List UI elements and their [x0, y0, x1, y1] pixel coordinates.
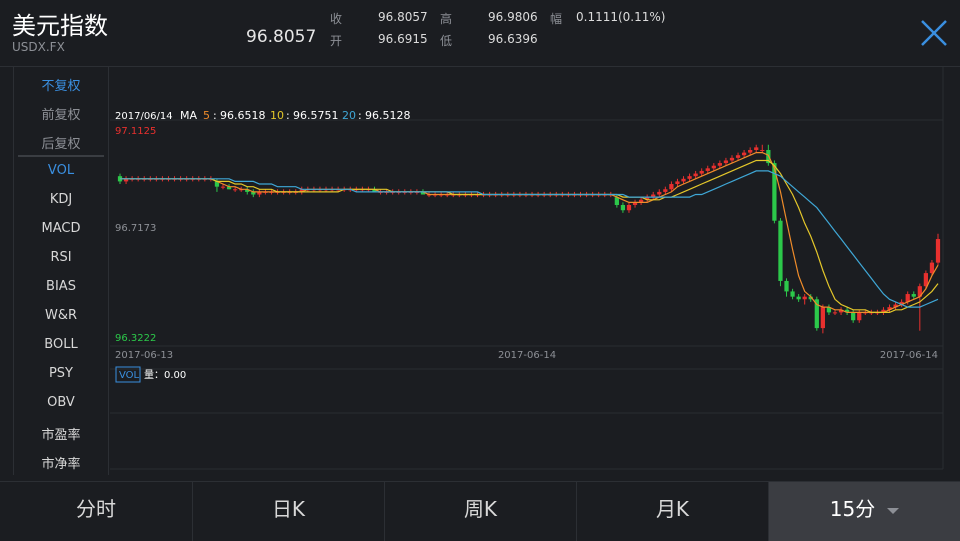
- candle-body: [233, 189, 238, 191]
- adjust-backward[interactable]: 后复权: [14, 133, 108, 152]
- ma-legend-label: MA: [180, 109, 197, 122]
- candle-body: [687, 176, 692, 179]
- period-tabs: 分时 日K 周K 月K 15分: [0, 481, 960, 541]
- candle-body: [735, 155, 741, 158]
- candle-body: [784, 280, 789, 292]
- vol-value: 量：0.00: [144, 369, 186, 381]
- candle-body: [711, 165, 716, 169]
- tab-weekly-label: 周K: [463, 497, 498, 521]
- tab-daily[interactable]: 日K: [193, 482, 385, 541]
- close-value: 96.8057: [378, 10, 428, 24]
- indicator-vol[interactable]: VOL: [14, 163, 108, 178]
- indicator-macd[interactable]: MACD: [14, 221, 108, 236]
- tab-monthly-label: 月K: [655, 497, 690, 521]
- x-label-mid: 2017-06-14: [498, 350, 556, 361]
- adjust-none[interactable]: 不复权: [14, 75, 108, 94]
- tab-intraday-label: 分时: [76, 497, 116, 521]
- candle-body: [675, 181, 680, 185]
- y-label-min: 96.3222: [115, 333, 156, 344]
- instrument-title: 美元指数: [12, 12, 108, 40]
- candle-body: [669, 184, 674, 190]
- indicator-sidebar: 不复权 前复权 后复权 VOL KDJ MACD RSI BIAS W&R BO…: [13, 67, 109, 475]
- candle-body: [911, 294, 916, 297]
- kline-chart[interactable]: 2017/06/14 MA 5 : 96.6518 10 : 96.5751 2…: [110, 67, 960, 472]
- ma20-sep: :: [358, 109, 362, 122]
- ma5-value: 96.6518: [220, 109, 266, 122]
- ma10-value: 96.5751: [293, 109, 339, 122]
- tab-monthly[interactable]: 月K: [577, 482, 769, 541]
- last-price: 96.8057: [246, 27, 317, 47]
- candle-body: [754, 147, 759, 150]
- candle-body: [693, 173, 698, 177]
- candle-body: [620, 204, 626, 211]
- candle-body: [857, 312, 862, 321]
- candle-body: [790, 291, 795, 297]
- chevron-down-icon: [887, 507, 900, 514]
- ma5-sep: :: [213, 109, 217, 122]
- tab-intraday[interactable]: 分时: [0, 482, 193, 541]
- ma20-key: 20: [342, 109, 356, 122]
- candle-body: [663, 189, 668, 192]
- high-value: 96.9806: [488, 10, 538, 24]
- ma5-key: 5: [203, 109, 210, 122]
- candle-body: [802, 296, 807, 300]
- open-value: 96.6915: [378, 32, 428, 46]
- candle-body: [929, 262, 935, 274]
- close-label: 收: [330, 12, 343, 26]
- adjust-forward[interactable]: 前复权: [14, 104, 108, 123]
- y-label-max: 97.1125: [115, 126, 156, 137]
- low-label: 低: [440, 34, 453, 48]
- candle-body: [748, 149, 753, 153]
- header: 美元指数 USDX.FX 96.8057 收 96.8057 开 96.6915…: [0, 0, 960, 67]
- candle-body: [760, 149, 765, 151]
- candle-body: [851, 312, 856, 321]
- tab-daily-label: 日K: [271, 497, 306, 521]
- change-label: 幅: [550, 12, 563, 26]
- candle-body: [778, 220, 783, 281]
- candle-body: [935, 239, 941, 263]
- candle-body: [220, 186, 226, 188]
- indicator-pb[interactable]: 市净率: [14, 453, 108, 472]
- candle-body: [699, 170, 704, 174]
- change-value: 0.1111(0.11%): [576, 10, 666, 24]
- candle-body: [723, 160, 729, 164]
- close-icon[interactable]: [918, 17, 950, 49]
- tab-15min[interactable]: 15分: [769, 482, 960, 541]
- candle-body: [681, 178, 686, 182]
- indicator-obv[interactable]: OBV: [14, 395, 108, 410]
- indicator-wr[interactable]: W&R: [14, 308, 108, 323]
- candle-body: [832, 312, 838, 314]
- candle-body: [796, 296, 801, 300]
- x-label-end: 2017-06-14: [880, 350, 938, 361]
- indicator-psy[interactable]: PSY: [14, 366, 108, 381]
- ma20-value: 96.5128: [365, 109, 411, 122]
- ma10-key: 10: [270, 109, 284, 122]
- low-value: 96.6396: [488, 32, 538, 46]
- candle-body: [729, 157, 735, 161]
- indicator-rsi[interactable]: RSI: [14, 250, 108, 265]
- indicator-pe[interactable]: 市盈率: [14, 424, 108, 443]
- indicator-bias[interactable]: BIAS: [14, 279, 108, 294]
- open-label: 开: [330, 34, 343, 48]
- ma-legend-date: 2017/06/14: [115, 111, 173, 122]
- candle-body: [741, 152, 747, 156]
- indicator-boll[interactable]: BOLL: [14, 337, 108, 352]
- high-label: 高: [440, 12, 453, 26]
- indicator-kdj[interactable]: KDJ: [14, 192, 108, 207]
- instrument-code: USDX.FX: [12, 40, 65, 54]
- candle-body: [657, 191, 662, 195]
- x-label-start: 2017-06-13: [115, 350, 173, 361]
- y-label-mid: 96.7173: [115, 223, 156, 234]
- tab-weekly[interactable]: 周K: [385, 482, 577, 541]
- candle-body: [717, 163, 722, 166]
- ma10-sep: :: [286, 109, 290, 122]
- tab-15min-label: 15分: [829, 497, 876, 521]
- vol-tag: VOL: [119, 370, 140, 381]
- sidebar-divider: [18, 155, 104, 157]
- candle-body: [705, 168, 710, 171]
- candle-body: [626, 204, 632, 211]
- candle-body: [820, 307, 825, 329]
